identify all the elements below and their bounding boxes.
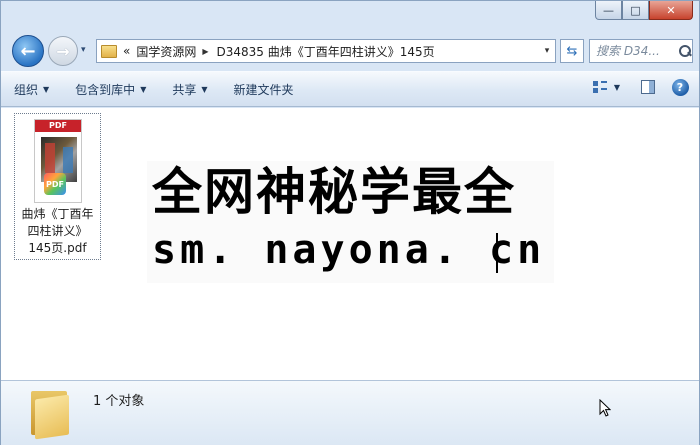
chevron-down-icon: ▼ bbox=[43, 84, 50, 94]
breadcrumb-current[interactable]: D34835 曲炜《丁酉年四柱讲义》145页 bbox=[217, 43, 435, 60]
forward-arrow-icon: → bbox=[56, 41, 70, 61]
view-controls: ▼ ? bbox=[583, 76, 691, 98]
watermark-url: sm. nayona. cn bbox=[152, 227, 546, 273]
explorer-window: — □ ✕ ← → ▾ « 国学资源网 ▶ D34835 曲炜《丁酉年四柱讲义》… bbox=[0, 0, 700, 445]
new-folder-button[interactable]: 新建文件夹 bbox=[221, 75, 307, 103]
breadcrumb-root[interactable]: 国学资源网 bbox=[136, 43, 196, 60]
folder-large-icon bbox=[29, 387, 71, 440]
recent-pages-button[interactable]: ▾ bbox=[81, 45, 86, 55]
breadcrumb-separator-icon[interactable]: ▶ bbox=[202, 47, 208, 56]
new-folder-label: 新建文件夹 bbox=[233, 82, 294, 97]
file-item-pdf[interactable]: PDF PDF 曲炜《丁酉年 四柱讲义》 145页.pdf bbox=[14, 113, 101, 260]
forward-button[interactable]: → bbox=[48, 36, 78, 66]
organize-label: 组织 bbox=[14, 82, 39, 97]
file-name-line: 四柱讲义》 bbox=[27, 224, 88, 238]
help-button[interactable]: ? bbox=[669, 76, 691, 98]
back-arrow-icon: ← bbox=[20, 40, 36, 62]
share-menu[interactable]: 共享 ▼ bbox=[159, 75, 220, 103]
share-label: 共享 bbox=[172, 82, 197, 97]
refresh-icon: ⇆ bbox=[566, 43, 578, 59]
pdf-reader-icon: PDF bbox=[44, 173, 66, 195]
preview-pane-icon bbox=[641, 80, 655, 94]
organize-menu[interactable]: 组织 ▼ bbox=[1, 75, 62, 103]
preview-pane-button[interactable] bbox=[637, 76, 659, 98]
mouse-cursor-icon bbox=[599, 399, 611, 417]
include-library-label: 包含到库中 bbox=[75, 82, 136, 97]
back-button[interactable]: ← bbox=[12, 35, 44, 67]
chevron-down-icon: ▼ bbox=[201, 84, 208, 94]
command-bar: 组织 ▼ 包含到库中 ▼ 共享 ▼ 新建文件夹 ▼ ? bbox=[1, 71, 699, 107]
search-icon[interactable] bbox=[678, 44, 692, 58]
caption-buttons: — □ ✕ bbox=[595, 1, 693, 20]
chevron-down-icon: ▼ bbox=[140, 84, 147, 94]
view-options-dropdown[interactable]: ▼ bbox=[611, 76, 623, 98]
watermark-title: 全网神秘学最全 bbox=[152, 163, 516, 221]
search-box[interactable] bbox=[589, 39, 693, 63]
thumbnail-header: PDF bbox=[35, 120, 81, 132]
breadcrumb-overflow[interactable]: « bbox=[123, 44, 130, 58]
address-dropdown-icon[interactable]: ▾ bbox=[539, 46, 555, 56]
details-pane: 1 个对象 bbox=[1, 380, 699, 445]
search-input[interactable] bbox=[596, 41, 676, 61]
file-list[interactable]: PDF PDF 曲炜《丁酉年 四柱讲义》 145页.pdf 全网神秘学最全 sm… bbox=[1, 108, 699, 380]
file-name: 曲炜《丁酉年 四柱讲义》 145页.pdf bbox=[15, 206, 100, 257]
item-count: 1 个对象 bbox=[93, 394, 145, 409]
help-icon: ? bbox=[671, 78, 689, 96]
watermark-banner: 全网神秘学最全 sm. nayona. cn bbox=[147, 161, 554, 283]
navigation-bar: ← → ▾ « 国学资源网 ▶ D34835 曲炜《丁酉年四柱讲义》145页 ▾… bbox=[1, 33, 699, 69]
views-icon bbox=[593, 81, 607, 93]
maximize-button[interactable]: □ bbox=[622, 1, 649, 20]
minimize-button[interactable]: — bbox=[595, 1, 622, 20]
change-view-button[interactable] bbox=[589, 76, 611, 98]
close-button[interactable]: ✕ bbox=[649, 1, 693, 20]
refresh-button[interactable]: ⇆ bbox=[560, 39, 584, 63]
file-name-line: 曲炜《丁酉年 bbox=[21, 207, 94, 221]
include-in-library-menu[interactable]: 包含到库中 ▼ bbox=[62, 75, 159, 103]
file-name-line: 145页.pdf bbox=[28, 241, 87, 255]
address-bar[interactable]: « 国学资源网 ▶ D34835 曲炜《丁酉年四柱讲义》145页 ▾ bbox=[96, 39, 556, 63]
folder-icon bbox=[101, 44, 117, 58]
text-caret bbox=[496, 233, 498, 273]
